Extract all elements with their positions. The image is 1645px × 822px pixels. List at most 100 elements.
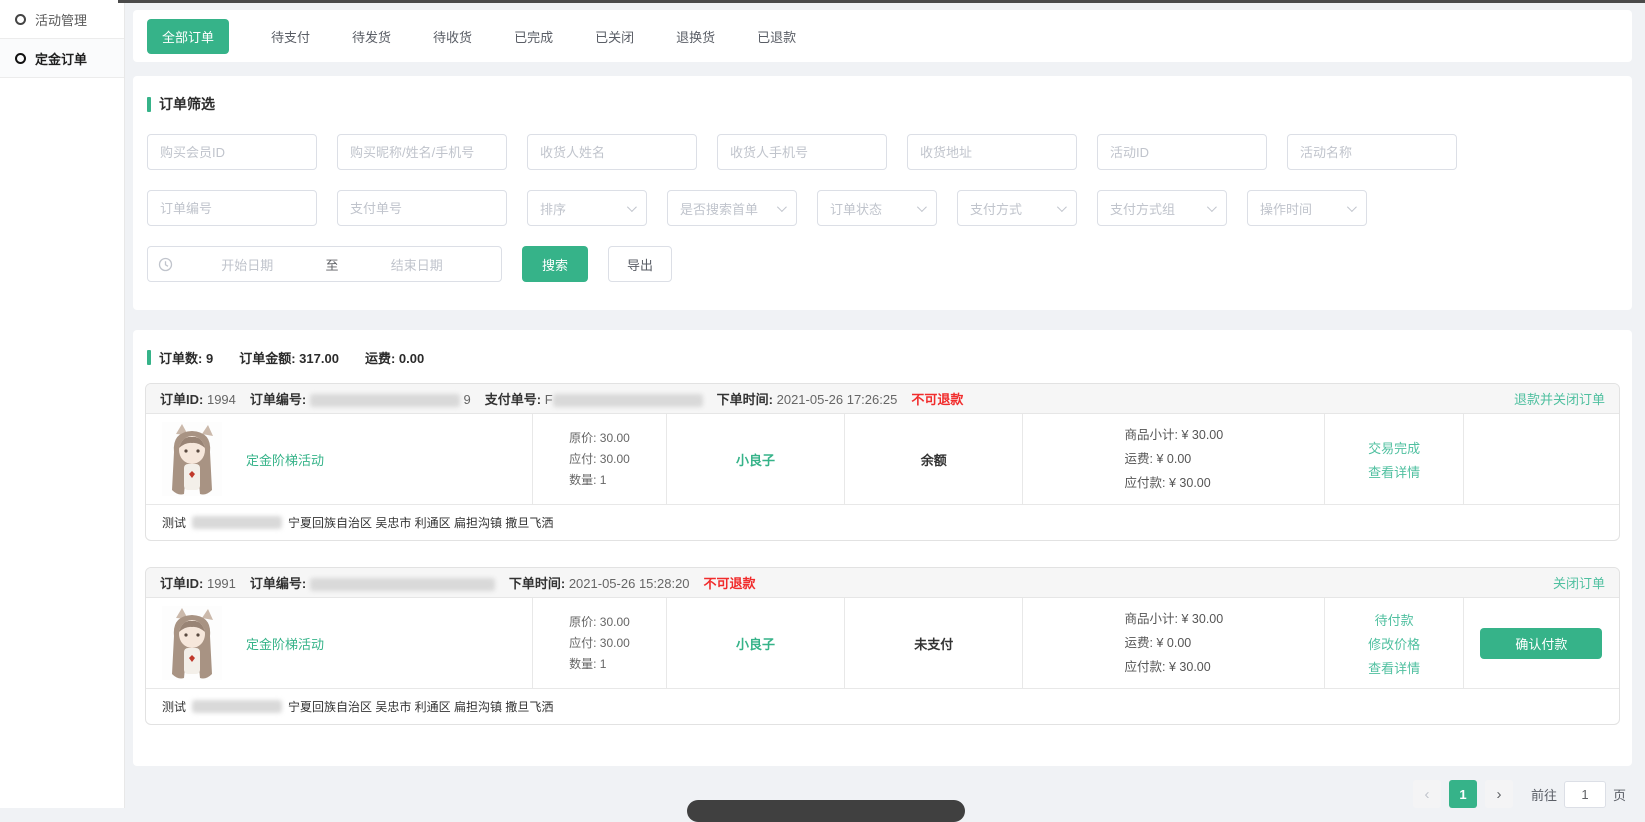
filter-title-text: 订单筛选 [159, 94, 215, 114]
page-unit-label: 页 [1613, 785, 1626, 804]
summary-accent-bar [147, 350, 151, 365]
order-time-label: 下单时间: [717, 392, 773, 407]
view-details-link[interactable]: 查看详情 [1368, 462, 1420, 481]
chevron-down-icon [1207, 202, 1217, 212]
order-time-value: 2021-05-26 17:26:25 [777, 392, 898, 407]
tab-pending-receipt[interactable]: 待收货 [433, 27, 472, 46]
filter-row-3: 开始日期 至 结束日期 搜索 导出 [147, 246, 1618, 282]
sidebar-item-deposit-orders[interactable]: 定金订单 [0, 39, 124, 78]
price-cell: 原价: 30.00 应付: 30.00 数量: 1 [532, 414, 666, 504]
operation-time-select[interactable]: 操作时间 [1247, 190, 1367, 226]
tab-refunded[interactable]: 已退款 [757, 27, 796, 46]
order-footer: 测试 宁夏回族自治区 吴忠市 利通区 扁担沟镇 撒旦飞洒 [146, 504, 1619, 540]
tab-completed[interactable]: 已完成 [514, 27, 553, 46]
receiver-prefix: 测试 [162, 514, 186, 531]
order-status-tabs: 全部订单 待支付 待发货 待收货 已完成 已关闭 退换货 已退款 [133, 10, 1632, 62]
tab-return-exchange[interactable]: 退换货 [676, 27, 715, 46]
search-button[interactable]: 搜索 [522, 246, 588, 282]
product-name-link[interactable]: 定金阶梯活动 [246, 634, 324, 653]
clock-icon [158, 257, 173, 272]
non-refundable-flag: 不可退款 [704, 573, 756, 592]
order-footer: 测试 宁夏回族自治区 吴忠市 利通区 扁担沟镇 撒旦飞洒 [146, 688, 1619, 724]
payment-method-group-placeholder: 支付方式组 [1110, 199, 1175, 218]
bottom-overlay-pill [687, 800, 965, 822]
modify-price-link[interactable]: 修改价格 [1368, 634, 1420, 653]
sidebar-item-label: 活动管理 [35, 10, 87, 29]
date-range-picker[interactable]: 开始日期 至 结束日期 [147, 246, 502, 282]
order-status-select-placeholder: 订单状态 [830, 199, 882, 218]
order-body: 定金阶梯活动 原价: 30.00 应付: 30.00 数量: 1 小良子 余额 [146, 414, 1619, 504]
view-details-link[interactable]: 查看详情 [1368, 658, 1420, 677]
pending-payment-link[interactable]: 待付款 [1375, 610, 1414, 629]
payment-method-cell: 余额 [844, 414, 1022, 504]
pay-no-prefix: F [545, 392, 553, 407]
receiver-name-input[interactable] [527, 134, 697, 170]
refund-and-close-order-link[interactable]: 退款并关闭订单 [1514, 389, 1605, 408]
payment-method-select[interactable]: 支付方式 [957, 190, 1077, 226]
buyer-cell[interactable]: 小良子 [666, 414, 844, 504]
tab-pending-payment[interactable]: 待支付 [271, 27, 310, 46]
product-name-link[interactable]: 定金阶梯活动 [246, 450, 324, 469]
order-amount: 订单金额: 317.00 [239, 348, 339, 367]
order-id-label: 订单ID: [160, 392, 203, 407]
trade-complete-link[interactable]: 交易完成 [1368, 438, 1420, 457]
circle-icon [15, 14, 26, 25]
page-1-button[interactable]: 1 [1449, 780, 1477, 808]
activity-name-input[interactable] [1287, 134, 1457, 170]
orders-list-panel: 订单数: 9 订单金额: 317.00 运费: 0.00 订单ID: 1994 … [133, 330, 1632, 766]
start-date-placeholder: 开始日期 [173, 255, 322, 274]
orders-summary: 订单数: 9 订单金额: 317.00 运费: 0.00 [147, 348, 1620, 367]
close-order-link[interactable]: 关闭订单 [1553, 573, 1605, 592]
order-status-select[interactable]: 订单状态 [817, 190, 937, 226]
order-body: 定金阶梯活动 原价: 30.00 应付: 30.00 数量: 1 小良子 未支付 [146, 598, 1619, 688]
tab-all-orders[interactable]: 全部订单 [147, 19, 229, 54]
payment-number-input[interactable] [337, 190, 507, 226]
tab-pending-shipment[interactable]: 待发货 [352, 27, 391, 46]
first-order-select[interactable]: 是否搜索首单 [667, 190, 797, 226]
pay-no-label: 支付单号: [485, 392, 541, 407]
order-no-label: 订单编号: [250, 576, 306, 591]
non-refundable-flag: 不可退款 [911, 389, 963, 408]
title-accent-bar [147, 97, 151, 112]
payment-method-group-select[interactable]: 支付方式组 [1097, 190, 1227, 226]
buyer-nickname: 小良子 [736, 450, 775, 469]
prev-page-button[interactable]: ‹ [1413, 780, 1441, 808]
buyer-member-id-input[interactable] [147, 134, 317, 170]
payment-method-cell: 未支付 [844, 598, 1022, 688]
payment-method: 未支付 [914, 634, 953, 653]
activity-id-input[interactable] [1097, 134, 1267, 170]
buyer-nickname: 小良子 [736, 634, 775, 653]
product-cell: 定金阶梯活动 [146, 598, 532, 688]
goto-label: 前往 [1531, 785, 1557, 804]
order-number-input[interactable] [147, 190, 317, 226]
buyer-cell[interactable]: 小良子 [666, 598, 844, 688]
export-button[interactable]: 导出 [608, 246, 672, 282]
status-links-cell: 待付款 修改价格 查看详情 [1324, 598, 1462, 688]
product-cell: 定金阶梯活动 [146, 414, 532, 504]
receiver-phone-input[interactable] [717, 134, 887, 170]
product-avatar [162, 422, 222, 496]
sidebar-item-activity-management[interactable]: 活动管理 [0, 0, 124, 39]
filter-section-title: 订单筛选 [147, 94, 1618, 114]
chevron-down-icon [917, 202, 927, 212]
buyer-nickname-input[interactable] [337, 134, 507, 170]
goto-page-input[interactable] [1564, 781, 1606, 808]
tab-closed[interactable]: 已关闭 [595, 27, 634, 46]
order-no-suffix: 9 [463, 392, 470, 407]
confirm-payment-button[interactable]: 确认付款 [1480, 628, 1602, 659]
sort-select[interactable]: 排序 [527, 190, 647, 226]
first-order-select-placeholder: 是否搜索首单 [680, 199, 758, 218]
receiver-address: 宁夏回族自治区 吴忠市 利通区 扁担沟镇 撒旦飞洒 [288, 514, 553, 531]
sidebar-item-label: 定金订单 [35, 49, 87, 68]
order-id-label: 订单ID: [160, 576, 203, 591]
chevron-down-icon [1347, 202, 1357, 212]
receiver-address-input[interactable] [907, 134, 1077, 170]
next-page-button[interactable]: › [1485, 780, 1513, 808]
date-separator: 至 [322, 255, 343, 274]
order-freight: 运费: 0.00 [365, 348, 424, 367]
totals-cell: 商品小计: ¥ 30.00 运费: ¥ 0.00 应付款: ¥ 30.00 [1022, 414, 1324, 504]
receiver-address: 宁夏回族自治区 吴忠市 利通区 扁担沟镇 撒旦飞洒 [288, 698, 553, 715]
receiver-name-redacted [192, 700, 282, 713]
payment-method: 余额 [921, 450, 947, 469]
main-content: 全部订单 待支付 待发货 待收货 已完成 已关闭 退换货 已退款 订单筛选 排序 [125, 0, 1645, 808]
